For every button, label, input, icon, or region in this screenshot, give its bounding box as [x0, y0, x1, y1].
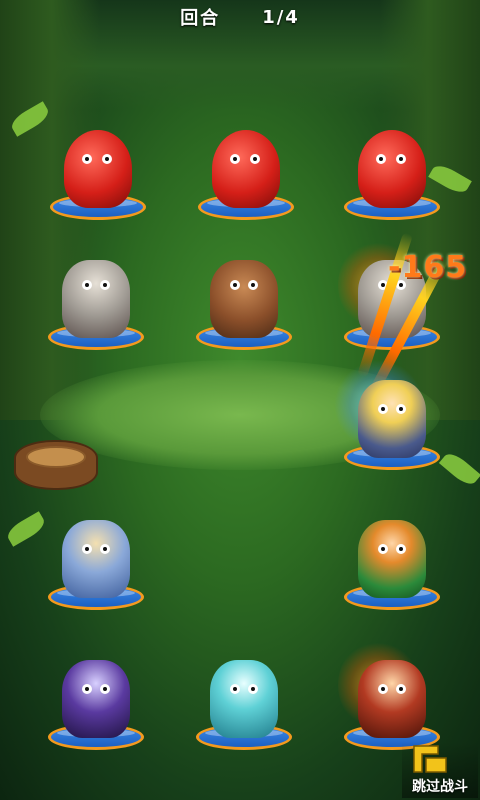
round-label: 回合 [180, 8, 221, 29]
hero-slot-bottom-right[interactable] [338, 640, 440, 750]
enemy-slot-top-center[interactable] [198, 110, 294, 220]
eye-icon [396, 154, 406, 164]
eye-icon [100, 544, 110, 554]
eye-icon [248, 280, 258, 290]
enemy-slot-top-left[interactable] [50, 110, 146, 220]
red-blob-monster [212, 130, 280, 208]
eye-icon [378, 544, 388, 554]
red-blob-monster [64, 130, 132, 208]
eye-icon [230, 280, 240, 290]
sword-maiden [62, 520, 130, 598]
eye-icon [378, 404, 388, 414]
hero-slot-third-right[interactable] [334, 360, 440, 470]
enemy-slot-second-center[interactable] [196, 240, 292, 350]
eye-icon [396, 544, 406, 554]
round-progress: 1/4 [262, 6, 300, 28]
ice-fox-spirit [210, 660, 278, 738]
eye-icon [100, 280, 110, 290]
green-archer [358, 520, 426, 598]
eye-icon [250, 154, 260, 164]
eye-icon [376, 154, 386, 164]
round-indicator: 回合 1/4 [0, 0, 480, 34]
shadow-ninja [62, 660, 130, 738]
skip-battle-label: 跳过战斗 [412, 779, 468, 795]
armored-knight [358, 380, 426, 458]
eye-icon [102, 154, 112, 164]
eye-icon [82, 154, 92, 164]
enemy-slot-top-right[interactable] [344, 110, 440, 220]
minotaur [210, 260, 278, 338]
eye-icon [230, 154, 240, 164]
hero-slot-bottom-left[interactable] [48, 640, 144, 750]
hero-slot-bottom-center[interactable] [196, 640, 292, 750]
eye-icon [248, 684, 258, 694]
skip-icon [413, 745, 447, 773]
fire-fighter [358, 660, 426, 738]
enemy-slot-second-left[interactable] [48, 240, 144, 350]
skeleton-knight [62, 260, 130, 338]
eye-icon [396, 684, 406, 694]
eye-icon [82, 684, 92, 694]
leaf-decoration [4, 511, 48, 547]
hero-slot-fourth-right[interactable] [344, 500, 440, 610]
eye-icon [230, 684, 240, 694]
damage-number: -165 [388, 250, 468, 285]
eye-icon [100, 684, 110, 694]
eye-icon [396, 404, 406, 414]
eye-icon [82, 544, 92, 554]
tree-stump [14, 440, 98, 490]
eye-icon [378, 684, 388, 694]
leaf-decoration [438, 449, 480, 489]
skip-battle-button[interactable]: 跳过战斗 [402, 742, 478, 798]
red-blob-monster [358, 130, 426, 208]
eye-icon [82, 280, 92, 290]
hero-slot-fourth-left[interactable] [48, 500, 144, 610]
